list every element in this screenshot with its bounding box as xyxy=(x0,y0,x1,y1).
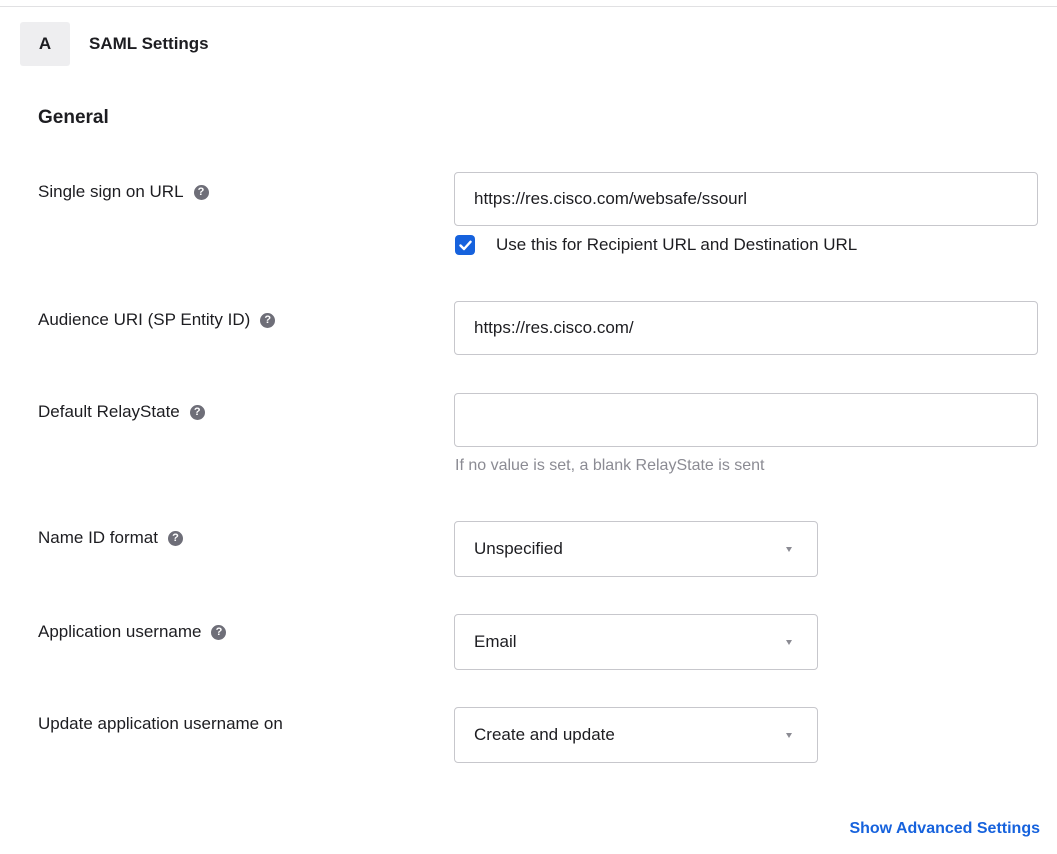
application-username-label-text: Application username xyxy=(38,622,202,641)
name-id-format-label: Name ID format ? xyxy=(38,527,183,549)
recipient-destination-checkbox-label: Use this for Recipient URL and Destinati… xyxy=(496,235,858,254)
saml-settings-page: A SAML Settings General Single sign on U… xyxy=(0,0,1057,854)
caret-down-icon xyxy=(786,732,792,738)
show-advanced-settings-link[interactable]: Show Advanced Settings xyxy=(849,820,1040,838)
section-badge-letter: A xyxy=(38,34,52,53)
caret-down-icon xyxy=(786,546,792,552)
application-username-label: Application username ? xyxy=(38,621,227,643)
name-id-format-value: Unspecified xyxy=(474,539,563,558)
update-username-on-select[interactable]: Create and update xyxy=(454,707,818,763)
single-sign-on-url-label: Single sign on URL ? xyxy=(38,181,209,203)
application-username-value: Email xyxy=(474,632,517,651)
single-sign-on-url-label-text: Single sign on URL xyxy=(38,182,184,201)
section-badge: A xyxy=(20,22,70,66)
default-relaystate-input[interactable] xyxy=(454,393,1038,447)
update-username-on-value: Create and update xyxy=(474,725,615,744)
name-id-format-select[interactable]: Unspecified xyxy=(454,521,818,577)
application-username-select[interactable]: Email xyxy=(454,614,818,670)
top-divider xyxy=(0,6,1057,7)
audience-uri-input[interactable] xyxy=(454,301,1038,355)
caret-down-icon xyxy=(786,639,792,645)
single-sign-on-url-input[interactable] xyxy=(454,172,1038,226)
update-username-on-label: Update application username on xyxy=(38,713,283,735)
section-title: SAML Settings xyxy=(89,34,209,53)
help-icon[interactable]: ? xyxy=(211,624,227,640)
help-icon[interactable]: ? xyxy=(193,184,209,200)
help-icon[interactable]: ? xyxy=(167,530,183,546)
name-id-format-label-text: Name ID format xyxy=(38,528,158,547)
help-icon[interactable]: ? xyxy=(189,404,205,420)
audience-uri-label: Audience URI (SP Entity ID) ? xyxy=(38,309,276,331)
checkmark-icon xyxy=(458,240,472,250)
relaystate-hint: If no value is set, a blank RelayState i… xyxy=(455,457,765,474)
help-icon[interactable]: ? xyxy=(260,312,276,328)
recipient-destination-checkbox-row[interactable]: Use this for Recipient URL and Destinati… xyxy=(455,233,857,257)
recipient-destination-checkbox[interactable] xyxy=(455,235,475,255)
general-heading: General xyxy=(38,107,109,128)
audience-uri-label-text: Audience URI (SP Entity ID) xyxy=(38,310,251,329)
update-username-on-label-text: Update application username on xyxy=(38,714,283,733)
default-relaystate-label-text: Default RelayState xyxy=(38,402,180,421)
default-relaystate-label: Default RelayState ? xyxy=(38,401,205,423)
